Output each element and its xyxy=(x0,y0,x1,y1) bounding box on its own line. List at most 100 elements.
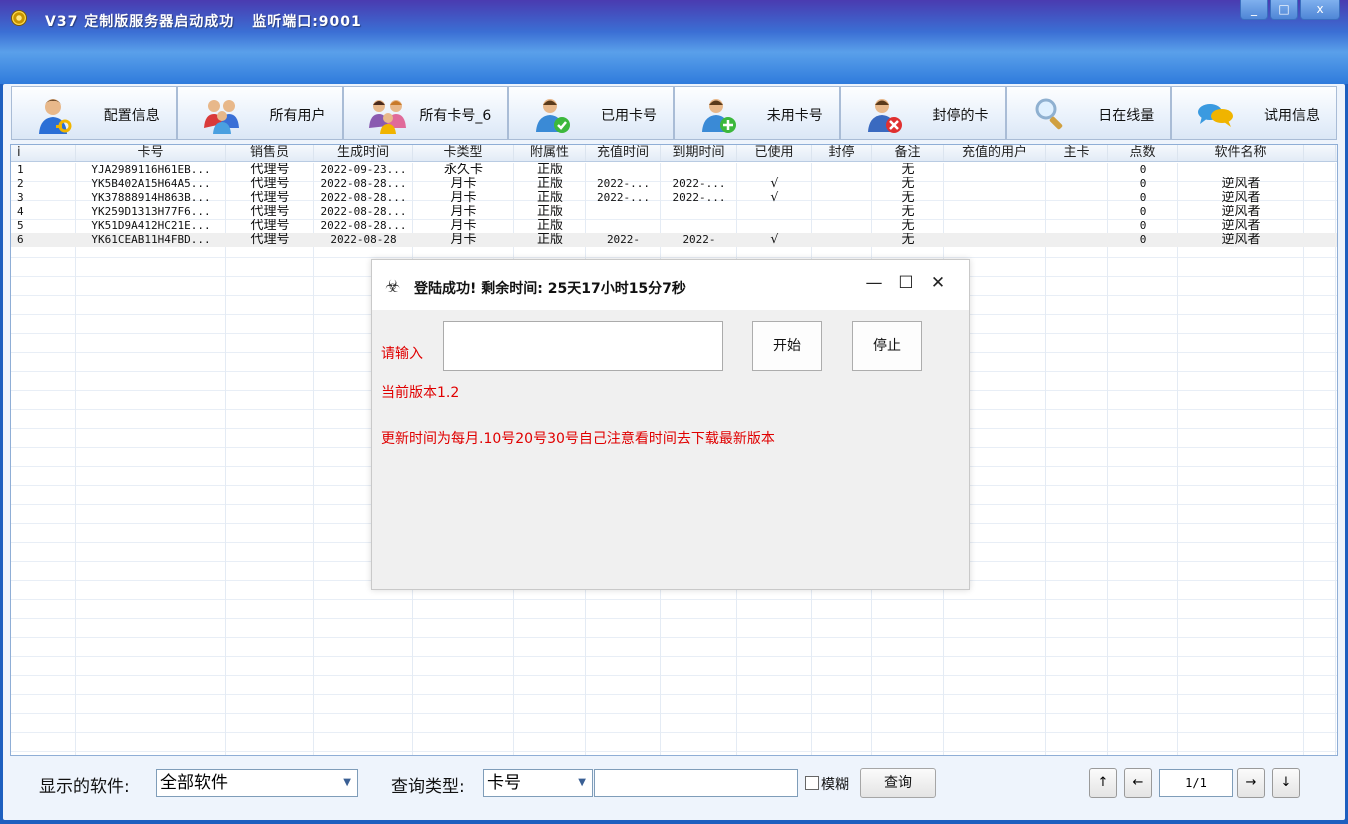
table-cell: 正版 xyxy=(536,163,563,177)
toolbar-used-cards-button[interactable]: 已用卡号 xyxy=(508,86,674,140)
chevron-down-icon[interactable]: ▼ xyxy=(578,770,586,796)
toolbar-all-cards-button[interactable]: 所有卡号_6 xyxy=(342,86,509,140)
column-header[interactable]: 充值时间 xyxy=(586,145,661,161)
table-cell: 2022-08-28 xyxy=(330,233,397,246)
query-input[interactable] xyxy=(594,769,798,797)
bottom-bar: 显示的软件: 全部软件 ▼ 查询类型: 卡号 ▼ 模糊 查询 ↑ ← 1/1 →… xyxy=(3,760,1345,820)
toolbar-config-button[interactable]: 配置信息 xyxy=(11,86,177,140)
column-header[interactable]: 软件名称 xyxy=(1178,145,1304,161)
table-cell: 正版 xyxy=(536,177,563,191)
table-rows: 1 YJA2989116H61EB... 代理号 2022-09-23... 永久卡 正版… xyxy=(11,163,1337,247)
first-page-button[interactable]: ↑ xyxy=(1089,768,1117,798)
column-header[interactable]: 点数 xyxy=(1108,145,1178,161)
close-button[interactable]: x xyxy=(1300,0,1340,20)
table-cell: 2022-... xyxy=(597,177,650,190)
chevron-down-icon[interactable]: ▼ xyxy=(343,770,351,796)
table-cell: 2022-... xyxy=(597,191,650,204)
column-header[interactable]: 主卡 xyxy=(1046,145,1108,161)
table-cell: 代理号 xyxy=(250,219,290,233)
dialog-maximize-button[interactable]: ☐ xyxy=(896,273,916,293)
last-page-button[interactable]: ↓ xyxy=(1272,768,1300,798)
toolbar-label: 配置信息 xyxy=(103,108,160,124)
query-button[interactable]: 查询 xyxy=(860,768,936,798)
column-header[interactable] xyxy=(1304,145,1336,161)
table-cell xyxy=(812,205,872,219)
table-cell xyxy=(812,191,872,205)
table-row[interactable]: 3 YK37888914H863B... 代理号 2022-08-28... 月卡 正版 2… xyxy=(11,191,1337,205)
maximize-button[interactable]: □ xyxy=(1270,0,1298,20)
table-cell: 正版 xyxy=(536,191,563,205)
title-port: 监听端口:9001 xyxy=(252,14,362,30)
toolbar-trial-info-button[interactable]: 试用信息 xyxy=(1171,86,1337,140)
dialog-input[interactable] xyxy=(443,321,723,371)
column-header[interactable]: 附属性 xyxy=(514,145,586,161)
table-cell: √ xyxy=(770,233,779,247)
app-icon xyxy=(11,10,27,26)
column-header[interactable]: 生成时间 xyxy=(314,145,413,161)
column-header[interactable]: 已使用 xyxy=(737,145,812,161)
stop-button[interactable]: 停止 xyxy=(852,321,922,371)
table-cell: 正版 xyxy=(536,233,563,247)
update-notice: 更新时间为每月.10号20号30号自己注意看时间去下载最新版本 xyxy=(381,431,775,447)
table-cell: 无 xyxy=(901,219,915,233)
table-row[interactable]: 5 YK51D9A412HC21E... 代理号 2022-08-28... 月卡 正版 无… xyxy=(11,219,1337,233)
table-cell: 2022-08-28... xyxy=(320,219,407,232)
column-header[interactable]: 备注 xyxy=(872,145,944,161)
table-cell: 逆风者 xyxy=(1221,219,1261,233)
table-cell: 6 xyxy=(17,233,24,246)
column-header[interactable]: 销售员 xyxy=(226,145,314,161)
table-cell: YK61CEAB11H4FBD... xyxy=(91,233,211,246)
table-cell: 2022-08-28... xyxy=(320,205,407,218)
table-cell: 2022-08-28... xyxy=(320,177,407,190)
table-cell xyxy=(944,163,1046,177)
table-cell: 无 xyxy=(901,177,915,191)
toolbar-blocked-cards-button[interactable]: 封停的卡 xyxy=(839,86,1006,140)
column-header[interactable]: 卡类型 xyxy=(413,145,514,161)
software-label: 显示的软件: xyxy=(39,777,130,797)
column-header[interactable]: 卡号 xyxy=(76,145,226,161)
query-type-select[interactable]: 卡号 ▼ xyxy=(483,769,593,797)
version-text: 当前版本1.2 xyxy=(381,385,460,401)
table-cell xyxy=(586,163,661,177)
fuzzy-checkbox[interactable] xyxy=(805,776,819,790)
table-cell: 月卡 xyxy=(450,191,477,205)
table-cell xyxy=(1046,219,1108,233)
toolbar-all-users-button[interactable]: 所有用户 xyxy=(176,86,343,140)
window-title: V37 定制版服务器启动成功 监听端口:9001 xyxy=(45,11,380,31)
dialog-minimize-button[interactable]: — xyxy=(864,273,884,293)
minimize-button[interactable]: _ xyxy=(1240,0,1268,20)
dialog-title: 登陆成功! 剩余时间: 25天17小时15分7秒 xyxy=(414,281,686,297)
software-select[interactable]: 全部软件 ▼ xyxy=(156,769,358,797)
column-header[interactable]: i xyxy=(11,145,76,161)
table-cell xyxy=(661,219,737,233)
table-cell: 0 xyxy=(1139,205,1147,218)
column-header[interactable]: 到期时间 xyxy=(661,145,737,161)
next-page-button[interactable]: → xyxy=(1237,768,1265,798)
column-header[interactable]: 封停 xyxy=(812,145,872,161)
table-cell xyxy=(812,233,872,247)
table-cell xyxy=(1046,191,1108,205)
table-cell xyxy=(737,205,812,219)
table-row[interactable]: 6 YK61CEAB11H4FBD... 代理号 2022-08-28 月卡 正版 2022… xyxy=(11,233,1337,247)
table-cell: 月卡 xyxy=(450,177,477,191)
table-cell: 2022-... xyxy=(672,191,726,204)
table-row[interactable]: 2 YK5B402A15H64A5... 代理号 2022-08-28... 月卡 正版 2… xyxy=(11,177,1337,191)
table-cell xyxy=(661,163,737,177)
table-cell: 0 xyxy=(1139,163,1147,176)
column-header[interactable]: 充值的用户 xyxy=(944,145,1046,161)
table-row[interactable]: 4 YK259D1313H77F6... 代理号 2022-08-28... 月卡 正版 无… xyxy=(11,205,1337,219)
input-label: 请输入 xyxy=(381,346,423,362)
toolbar-unused-cards-button[interactable]: 未用卡号 xyxy=(674,86,840,140)
users-icon xyxy=(203,100,239,134)
table-row[interactable]: 1 YJA2989116H61EB... 代理号 2022-09-23... 永久卡 正版… xyxy=(11,163,1337,177)
toolbar-daily-online-button[interactable]: 日在线量 xyxy=(1005,86,1172,140)
table-cell xyxy=(586,219,661,233)
table-cell xyxy=(661,205,737,219)
prev-page-button[interactable]: ← xyxy=(1124,768,1152,798)
table-cell: 0 xyxy=(1139,191,1147,204)
dialog-close-button[interactable]: ✕ xyxy=(928,273,948,293)
table-cell xyxy=(1304,163,1336,177)
table-cell: 无 xyxy=(901,233,915,247)
table-cell xyxy=(737,163,812,177)
start-button[interactable]: 开始 xyxy=(752,321,822,371)
